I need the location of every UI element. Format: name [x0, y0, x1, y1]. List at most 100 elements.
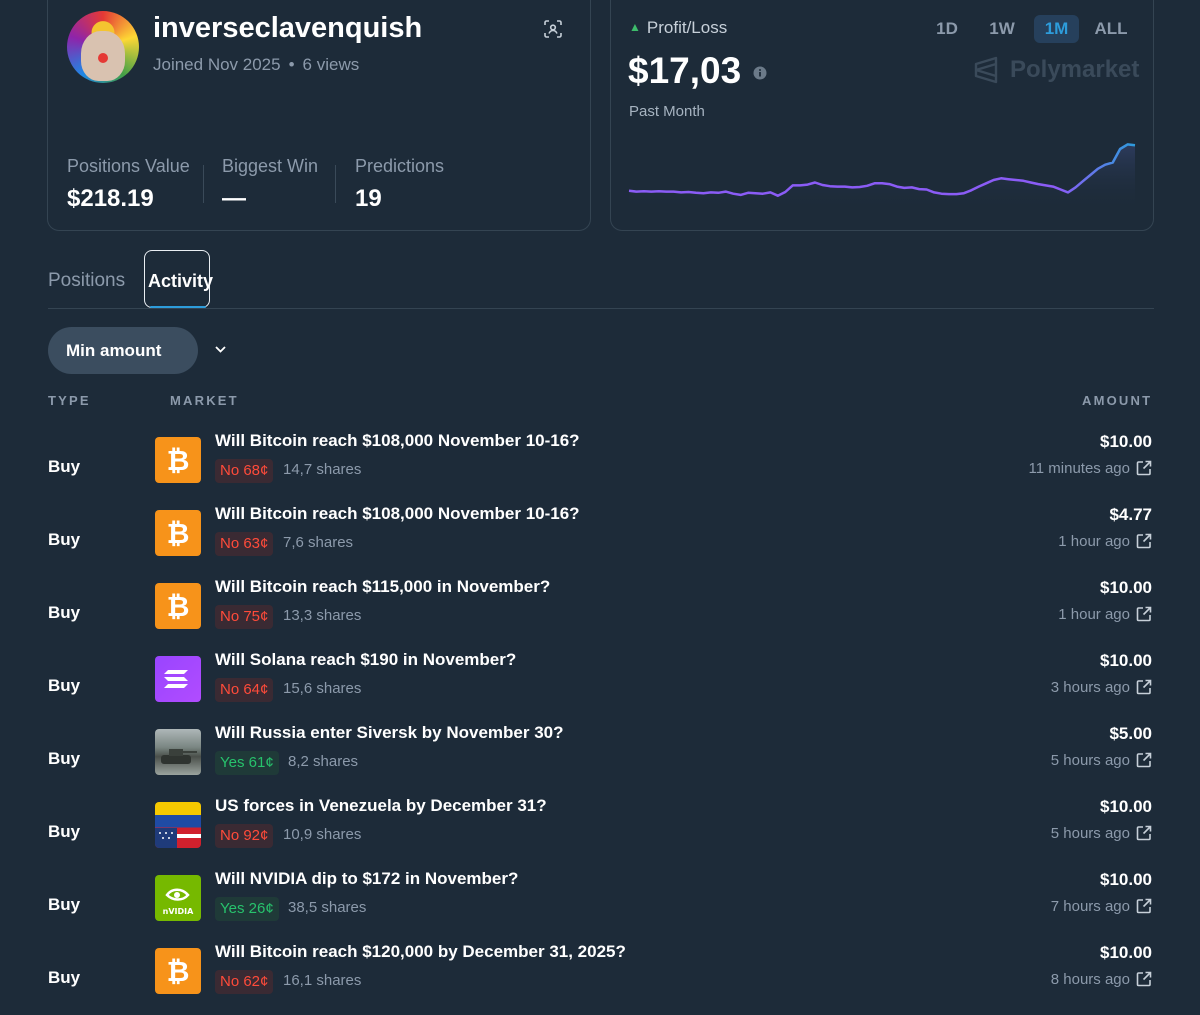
trade-amount: $10.00: [1100, 943, 1152, 962]
nvidia-icon[interactable]: nVIDIA: [155, 875, 201, 921]
pnl-period: Past Month: [629, 103, 705, 120]
min-amount-label: Min amount: [66, 341, 162, 360]
pnl-chart: [628, 143, 1136, 210]
outcome-badge: No 68¢: [215, 459, 274, 483]
trade-amount: $4.77: [1109, 505, 1152, 524]
trade-time: 1 hour ago: [1058, 606, 1130, 623]
trade-type: Buy: [48, 749, 81, 768]
external-link-icon[interactable]: [1136, 533, 1152, 549]
stat-value: —: [222, 185, 246, 212]
activity-row[interactable]: Buy Will Russia enter Siversk by November…: [0, 723, 1200, 802]
trade-amount: $10.00: [1100, 797, 1152, 816]
external-link-icon[interactable]: [1136, 825, 1152, 841]
trade-time: 3 hours ago: [1050, 679, 1130, 696]
trade-amount: $10.00: [1100, 870, 1152, 889]
trade-type: Buy: [48, 603, 81, 622]
russia-tank-image[interactable]: [155, 729, 201, 775]
pnl-title: ▲ Profit/Loss: [629, 18, 727, 38]
outcome-badge: No 92¢: [215, 824, 274, 848]
market-title[interactable]: US forces in Venezuela by December 31?: [215, 796, 547, 816]
view-count: 6 views: [302, 55, 360, 74]
shares-count: 10,9 shares: [283, 826, 362, 843]
bitcoin-icon[interactable]: ₿: [155, 510, 201, 556]
market-title[interactable]: Will Bitcoin reach $108,000 November 10-…: [215, 431, 580, 451]
outcome-badge: No 62¢: [215, 970, 274, 994]
trade-amount: $10.00: [1100, 432, 1152, 451]
market-title[interactable]: Will Bitcoin reach $108,000 November 10-…: [215, 504, 580, 524]
profile-meta: Joined Nov 2025 • 6 views: [153, 55, 360, 74]
shares-count: 7,6 shares: [283, 534, 354, 551]
trade-type: Buy: [48, 457, 81, 476]
active-tab-indicator: [150, 306, 206, 308]
pnl-title-text: Profit/Loss: [646, 18, 728, 37]
external-link-icon[interactable]: [1136, 971, 1152, 987]
column-header-market: MARKET: [170, 393, 239, 408]
us-venezuela-flags-image[interactable]: [155, 802, 201, 848]
svg-text:nVIDIA: nVIDIA: [163, 907, 194, 916]
activity-row[interactable]: Buy ₿ Will Bitcoin reach $115,000 in Novem…: [0, 577, 1200, 656]
external-link-icon[interactable]: [1136, 679, 1152, 695]
activity-row[interactable]: Buy US forces in Venezuela by December 31…: [0, 796, 1200, 875]
activity-row[interactable]: Buy ₿ Will Bitcoin reach $120,000 by Decem…: [0, 942, 1200, 1015]
range-1w[interactable]: 1W: [982, 15, 1022, 43]
polymarket-logo-icon: [974, 56, 998, 84]
pnl-value: $17,03: [628, 50, 742, 91]
shares-count: 16,1 shares: [283, 972, 362, 989]
outcome-badge: Yes 26¢: [215, 897, 279, 921]
shares-count: 8,2 shares: [288, 753, 359, 770]
trade-time: 8 hours ago: [1050, 971, 1130, 988]
trade-amount: $10.00: [1100, 578, 1152, 597]
activity-row[interactable]: Buy ₿ Will Bitcoin reach $108,000 November…: [0, 504, 1200, 583]
avatar[interactable]: [67, 11, 139, 83]
trade-type: Buy: [48, 676, 81, 695]
bitcoin-icon[interactable]: ₿: [155, 583, 201, 629]
trade-time: 11 minutes ago: [1028, 460, 1130, 477]
tabs-divider: [48, 308, 1154, 309]
bitcoin-icon[interactable]: ₿: [155, 437, 201, 483]
market-title[interactable]: Will Bitcoin reach $120,000 by December …: [215, 942, 626, 962]
svg-text:₿: ₿: [167, 517, 190, 550]
svg-text:₿: ₿: [167, 444, 190, 477]
scan-icon[interactable]: [544, 20, 562, 38]
market-title[interactable]: Will Bitcoin reach $115,000 in November?: [215, 577, 550, 597]
stat-label: Biggest Win: [222, 156, 319, 176]
market-title[interactable]: Will Russia enter Siversk by November 30…: [215, 723, 564, 743]
activity-row[interactable]: Buy ₿ Will Bitcoin reach $108,000 November…: [0, 431, 1200, 510]
outcome-badge: Yes 61¢: [215, 751, 279, 775]
trade-type: Buy: [48, 968, 81, 987]
min-amount-dropdown[interactable]: Min amount: [48, 327, 226, 374]
range-all[interactable]: ALL: [1090, 15, 1132, 43]
outcome-badge: No 63¢: [215, 532, 274, 556]
trade-type: Buy: [48, 822, 81, 841]
activity-row[interactable]: Buy nVIDIA Will NVIDIA dip to $172 in Nove…: [0, 869, 1200, 948]
market-title[interactable]: Will NVIDIA dip to $172 in November?: [215, 869, 518, 889]
column-header-amount: AMOUNT: [1082, 393, 1153, 408]
market-title[interactable]: Will Solana reach $190 in November?: [215, 650, 516, 670]
info-icon[interactable]: [753, 66, 767, 80]
stat-label: Positions Value: [67, 156, 190, 176]
external-link-icon[interactable]: [1136, 460, 1152, 476]
tab-positions[interactable]: Positions: [48, 270, 125, 292]
shares-count: 38,5 shares: [288, 899, 367, 916]
trade-type: Buy: [48, 530, 81, 549]
stat-label: Predictions: [355, 156, 445, 176]
triangle-up-icon: ▲: [629, 20, 641, 34]
external-link-icon[interactable]: [1136, 606, 1152, 622]
chevron-down-icon: [215, 346, 226, 353]
solana-icon[interactable]: [155, 656, 201, 702]
activity-row[interactable]: Buy Will Solana reach $190 in November? No…: [0, 650, 1200, 729]
bitcoin-icon[interactable]: ₿: [155, 948, 201, 994]
username: inverseclavenquish: [153, 12, 423, 44]
pnl-chart-area: [629, 144, 1135, 210]
trade-time: 7 hours ago: [1050, 898, 1130, 915]
external-link-icon[interactable]: [1136, 752, 1152, 768]
trade-amount: $10.00: [1100, 651, 1152, 670]
tab-activity[interactable]: Activity: [144, 250, 213, 308]
shares-count: 15,6 shares: [283, 680, 362, 697]
external-link-icon[interactable]: [1136, 898, 1152, 914]
range-1m[interactable]: 1M: [1034, 15, 1079, 43]
stat-predictions: Predictions 19: [355, 156, 444, 213]
range-1d[interactable]: 1D: [930, 15, 964, 43]
shares-count: 14,7 shares: [283, 461, 362, 478]
trade-type: Buy: [48, 895, 81, 914]
